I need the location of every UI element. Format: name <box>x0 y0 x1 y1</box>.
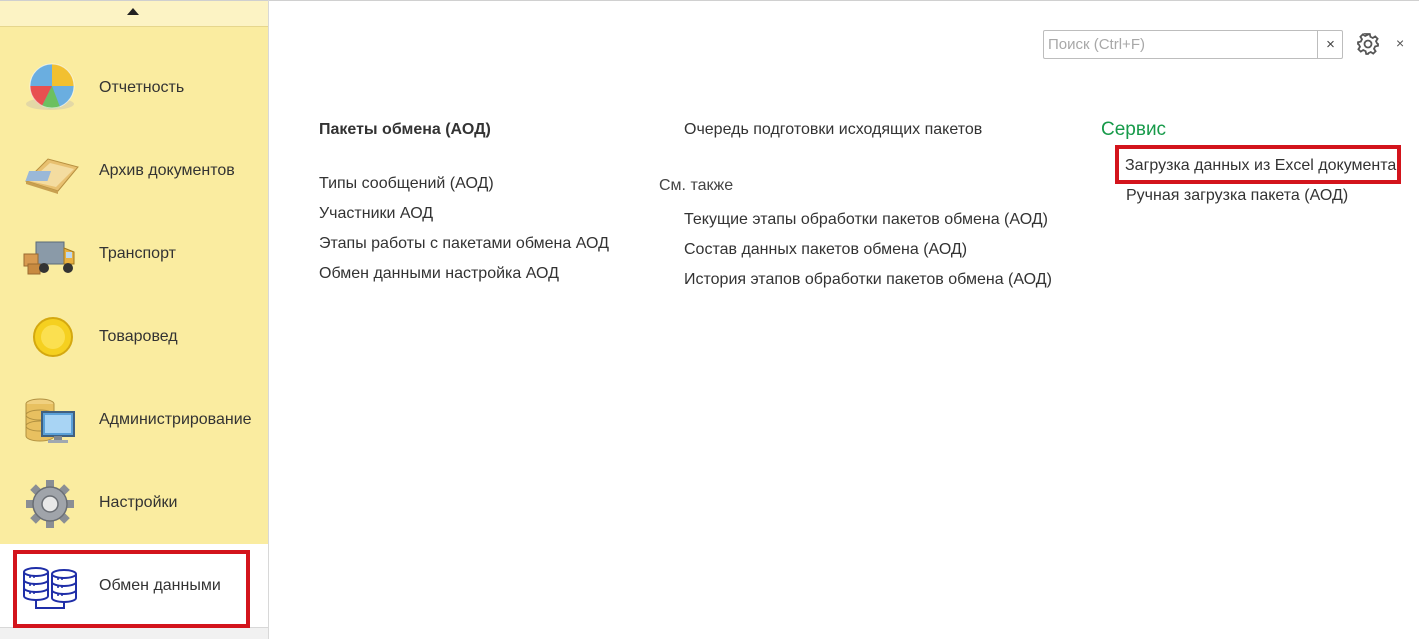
sidebar-item-settings[interactable]: Настройки <box>0 461 268 544</box>
exchange-packages-link[interactable]: Пакеты обмена (АОД) <box>319 121 491 139</box>
sidebar-item-label: Отчетность <box>99 78 185 96</box>
excel-import-link[interactable]: Загрузка данных из Excel документа <box>1125 157 1396 175</box>
sidebar-item-administration[interactable]: Администрирование <box>0 378 268 461</box>
sidebar-scroll-up-button[interactable] <box>0 0 268 27</box>
cog-icon <box>26 479 74 528</box>
sidebar-item-label: Товаровед <box>99 327 178 345</box>
search-clear-button[interactable]: × <box>1317 31 1343 58</box>
manual-package-upload-link[interactable]: Ручная загрузка пакета (АОД) <box>1126 187 1348 205</box>
sidebar-item-label: Администрирование <box>99 410 252 428</box>
sidebar-item-transport[interactable]: Транспорт <box>0 212 268 295</box>
sidebar-item-label: Настройки <box>99 493 178 511</box>
participants-link[interactable]: Участники АОД <box>319 205 433 223</box>
sidebar-item-label: Обмен данными <box>99 576 221 594</box>
stages-history-link[interactable]: История этапов обработки пакетов обмена … <box>684 271 1052 289</box>
package-stages-link[interactable]: Этапы работы с пакетами обмена АОД <box>319 235 609 253</box>
yellow-circle-icon <box>33 316 73 357</box>
message-types-link[interactable]: Типы сообщений (АОД) <box>319 175 494 193</box>
exchange-settings-link[interactable]: Обмен данными настройка АОД <box>319 265 559 283</box>
outgoing-queue-link[interactable]: Очередь подготовки исходящих пакетов <box>684 121 982 139</box>
close-button[interactable]: × <box>1396 35 1410 51</box>
sidebar-item-document-archive[interactable]: Архив документов <box>0 129 268 212</box>
truck-icon <box>23 241 75 274</box>
see-also-label: См. также <box>659 177 734 194</box>
pie-chart-icon <box>26 63 75 110</box>
sidebar-item-merchandiser[interactable]: Товаровед <box>0 295 268 378</box>
current-stages-link[interactable]: Текущие этапы обработки пакетов обмена (… <box>684 211 1048 229</box>
database-monitor-icon <box>25 398 75 443</box>
folder-archive-icon <box>25 157 79 194</box>
sidebar: Отчетность Архив документов Транспорт То… <box>0 0 268 639</box>
sidebar-item-label: Архив документов <box>99 161 235 179</box>
arrow-up-icon <box>127 8 139 15</box>
service-heading: Сервис <box>1101 119 1167 140</box>
search-box: × <box>1043 30 1343 59</box>
data-exchange-icon <box>23 566 77 609</box>
sidebar-divider <box>268 0 269 639</box>
sidebar-footer <box>0 627 268 639</box>
gear-icon[interactable] <box>1355 31 1381 57</box>
package-data-link[interactable]: Состав данных пакетов обмена (АОД) <box>684 241 967 259</box>
search-input[interactable] <box>1046 32 1316 57</box>
sidebar-item-reporting[interactable]: Отчетность <box>0 46 268 129</box>
sidebar-item-data-exchange[interactable]: Обмен данными <box>0 544 268 627</box>
sidebar-item-label: Транспорт <box>99 244 176 262</box>
top-divider <box>269 0 1419 1</box>
